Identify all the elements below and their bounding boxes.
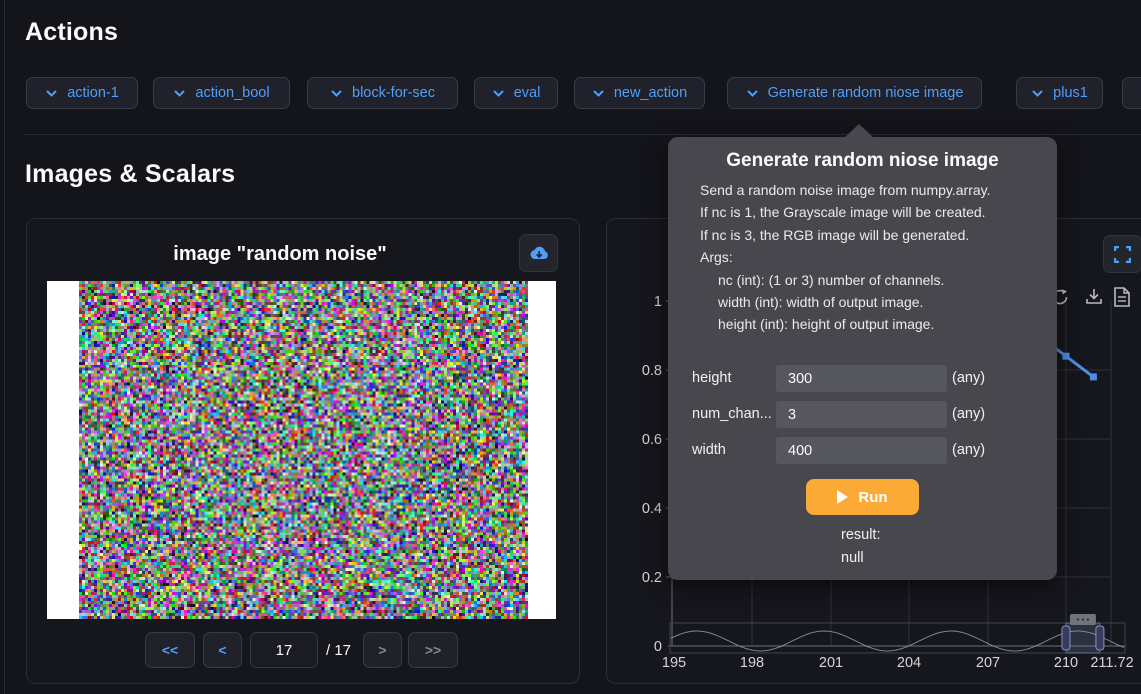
app-page: Actions action-1 action_bool block-for-s… — [0, 0, 1141, 694]
chart-fullscreen-button[interactable] — [1103, 235, 1141, 273]
generate-random-niose-image-popover: Generate random niose image Send a rando… — [668, 137, 1057, 580]
popover-description: Send a random noise image from numpy.arr… — [700, 179, 991, 336]
chart-save-image-button[interactable] — [1084, 287, 1104, 312]
description-line: If nc is 1, the Grayscale image will be … — [700, 201, 991, 223]
description-line: Args: — [700, 246, 991, 268]
chevron-down-icon — [45, 89, 58, 98]
fullscreen-expand-icon — [1114, 246, 1131, 263]
chevron-down-icon — [330, 89, 343, 98]
chevron-down-icon — [1031, 89, 1044, 98]
image-card-title: image "random noise" — [60, 243, 500, 266]
action-button-eval[interactable]: eval — [474, 77, 558, 109]
action-button-label: plus1 — [1053, 85, 1088, 101]
pagination-first-button[interactable]: << — [145, 632, 195, 668]
document-icon — [1113, 287, 1131, 307]
action-button-block-for-sec[interactable]: block-for-sec — [307, 77, 458, 109]
arg-row-num-channels: num_chan... (any) — [668, 401, 1057, 429]
left-edge-divider — [4, 0, 5, 694]
play-icon — [837, 490, 848, 504]
action-button-action-1[interactable]: action-1 — [26, 77, 138, 109]
action-button-new-action[interactable]: new_action — [574, 77, 705, 109]
action-button-label: block-for-sec — [352, 85, 435, 101]
pagination-total-label: / 17 — [326, 632, 351, 668]
chevron-down-icon — [592, 89, 605, 98]
run-button-label: Run — [858, 489, 887, 506]
action-button-label: eval — [514, 85, 541, 101]
images-scalars-heading: Images & Scalars — [25, 160, 235, 189]
action-button-label: Generate random niose image — [768, 85, 964, 101]
result-label: result: — [841, 527, 881, 543]
description-line: height (int): height of output image. — [700, 313, 991, 335]
action-button-partial[interactable] — [1122, 77, 1141, 109]
description-line: If nc is 3, the RGB image will be genera… — [700, 224, 991, 246]
popover-arrow — [844, 124, 874, 138]
popover-title: Generate random niose image — [668, 150, 1057, 172]
chevron-down-icon — [746, 89, 759, 98]
action-button-label: new_action — [614, 85, 687, 101]
arg-row-width: width (any) — [668, 437, 1057, 465]
arg-label: height — [692, 370, 732, 386]
pagination-prev-button[interactable]: < — [203, 632, 242, 668]
arg-row-height: height (any) — [668, 365, 1057, 393]
run-button[interactable]: Run — [806, 479, 919, 515]
section-divider — [25, 134, 1141, 135]
result-value: null — [841, 550, 864, 566]
chevron-down-icon — [173, 89, 186, 98]
pagination-page-input[interactable] — [250, 632, 318, 668]
arg-type-label: (any) — [952, 370, 985, 386]
chart-data-view-button[interactable] — [1113, 287, 1131, 312]
action-button-action-bool[interactable]: action_bool — [153, 77, 290, 109]
chevron-down-icon — [492, 89, 505, 98]
arg-input-width[interactable] — [776, 437, 947, 464]
description-line: Send a random noise image from numpy.arr… — [700, 179, 991, 201]
arg-label: width — [692, 442, 726, 458]
random-noise-image — [79, 281, 528, 619]
description-line: nc (int): (1 or 3) number of channels. — [700, 269, 991, 291]
actions-heading: Actions — [25, 18, 118, 47]
arg-input-height[interactable] — [776, 365, 947, 392]
action-button-label: action-1 — [67, 85, 119, 101]
cloud-download-icon — [528, 244, 550, 262]
arg-type-label: (any) — [952, 442, 985, 458]
download-icon — [1084, 287, 1104, 307]
description-line: width (int): width of output image. — [700, 291, 991, 313]
noise-figure — [47, 281, 556, 619]
arg-input-num-channels[interactable] — [776, 401, 947, 428]
arg-label: num_chan... — [692, 406, 772, 422]
pagination-next-button[interactable]: > — [363, 632, 402, 668]
arg-type-label: (any) — [952, 406, 985, 422]
action-button-generate-random-niose-image[interactable]: Generate random niose image — [727, 77, 982, 109]
action-button-plus1[interactable]: plus1 — [1016, 77, 1103, 109]
action-button-label: action_bool — [195, 85, 269, 101]
pagination-last-button[interactable]: >> — [408, 632, 458, 668]
image-download-button[interactable] — [519, 234, 558, 272]
